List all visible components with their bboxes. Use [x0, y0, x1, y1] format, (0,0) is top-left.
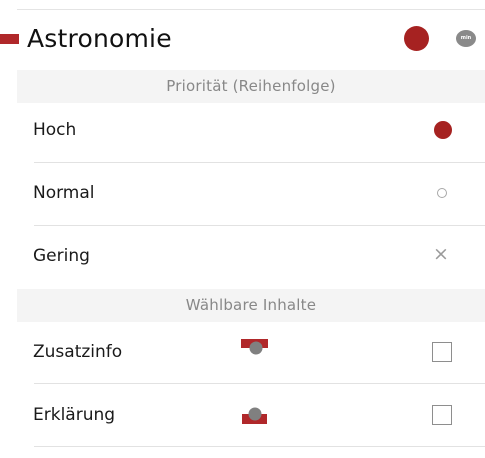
ring-icon[interactable] — [437, 188, 447, 198]
row-divider — [34, 446, 485, 447]
content-row-erklaerung[interactable]: Erklärung — [17, 384, 485, 447]
filled-dot-icon[interactable] — [434, 121, 452, 139]
priority-row-gering[interactable]: Gering × — [17, 225, 485, 288]
top-divider — [17, 9, 485, 10]
content-section-header: Wählbare Inhalte — [17, 289, 485, 322]
erklaerung-checkbox[interactable] — [432, 405, 452, 425]
x-icon[interactable]: × — [431, 242, 451, 266]
page-title: Astronomie — [27, 24, 172, 53]
priority-label-gering: Gering — [33, 246, 90, 266]
min-badge[interactable]: min — [456, 30, 476, 47]
bottom-bar-dot-icon — [242, 407, 267, 424]
priority-indicator-icon — [404, 26, 429, 51]
category-color-marker — [0, 34, 19, 44]
zusatzinfo-checkbox[interactable] — [432, 342, 452, 362]
priority-label-hoch: Hoch — [33, 120, 77, 140]
content-label-zusatzinfo: Zusatzinfo — [33, 342, 123, 362]
content-label-erklaerung: Erklärung — [33, 405, 116, 425]
priority-label-normal: Normal — [33, 183, 95, 203]
content-row-zusatzinfo[interactable]: Zusatzinfo — [17, 321, 485, 384]
top-bar-dot-icon — [241, 339, 268, 355]
section-header-astronomie: Astronomie min — [0, 18, 485, 64]
priority-row-hoch[interactable]: Hoch — [17, 99, 485, 162]
priority-row-normal[interactable]: Normal — [17, 162, 485, 225]
